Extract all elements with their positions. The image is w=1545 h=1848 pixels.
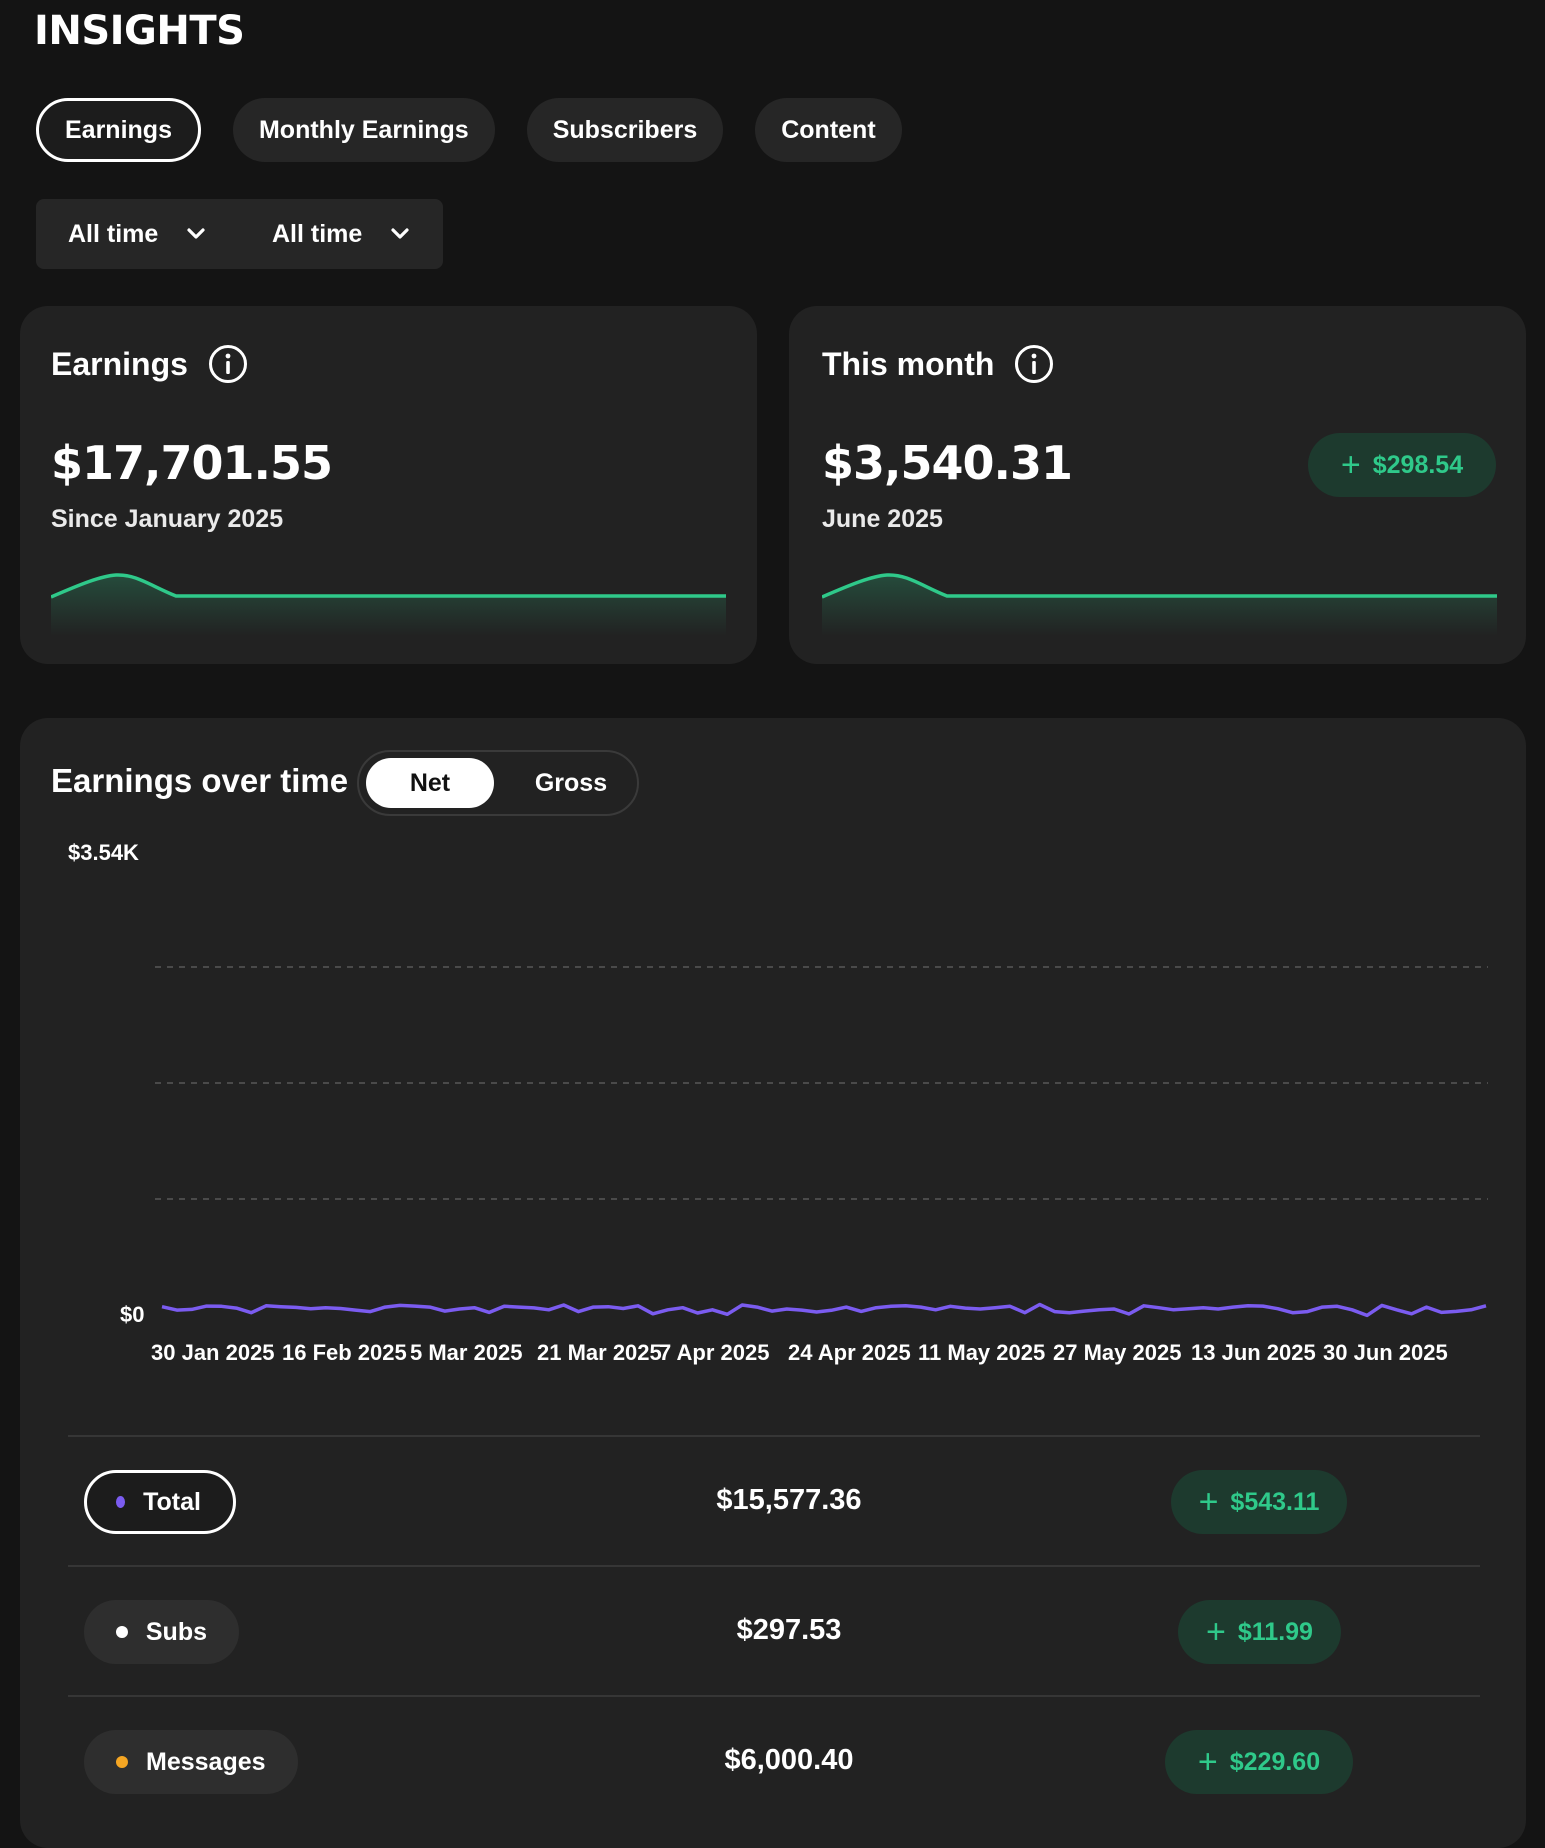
legend-subs-label: Subs [145,1617,207,1646]
plus-icon: + [1197,1743,1218,1781]
plus-icon: + [1206,1613,1226,1651]
legend-messages-pill[interactable]: Messages [84,1730,298,1794]
x-tick-label: 16 Feb 2025 [282,1340,407,1365]
messages-delta-badge: + $229.60 [1165,1730,1353,1794]
legend-total-label: Total [143,1487,201,1516]
subs-delta-badge: + $11.99 [1178,1600,1341,1664]
x-tick-label: 27 May 2025 [1053,1340,1182,1365]
legend-subs-pill[interactable]: Subs [84,1600,239,1664]
x-tick-label: 24 Apr 2025 [788,1340,911,1365]
x-tick-label: 5 Mar 2025 [410,1340,523,1365]
divider [68,1435,1480,1437]
x-tick-label: 21 Mar 2025 [537,1340,662,1365]
subs-dot [116,1626,128,1638]
earnings-line-chart [155,966,1488,1318]
total-dot [116,1496,126,1508]
legend-total-pill[interactable]: Total [84,1470,236,1534]
x-tick-label: 11 May 2025 [918,1340,1046,1365]
total-delta-badge: + $543.11 [1171,1470,1347,1534]
plus-icon: + [1198,1483,1219,1521]
total-delta-value: $543.11 [1230,1487,1320,1516]
x-tick-label: 13 Jun 2025 [1191,1340,1316,1365]
messages-delta-value: $229.60 [1229,1747,1321,1776]
messages-dot [116,1756,128,1768]
total-value: $15,577.36 [716,1484,862,1516]
x-tick-label: 7 Apr 2025 [659,1340,770,1365]
subs-delta-value: $11.99 [1237,1617,1313,1646]
divider [68,1695,1480,1697]
x-tick-label: 30 Jun 2025 [1323,1340,1448,1365]
legend-messages-label: Messages [146,1747,266,1776]
series-line-net-earnings [161,1302,1487,1318]
divider [68,1565,1480,1567]
x-tick-label: 30 Jan 2025 [151,1340,275,1365]
subs-value: $297.53 [736,1614,842,1646]
messages-value: $6,000.40 [724,1744,854,1776]
